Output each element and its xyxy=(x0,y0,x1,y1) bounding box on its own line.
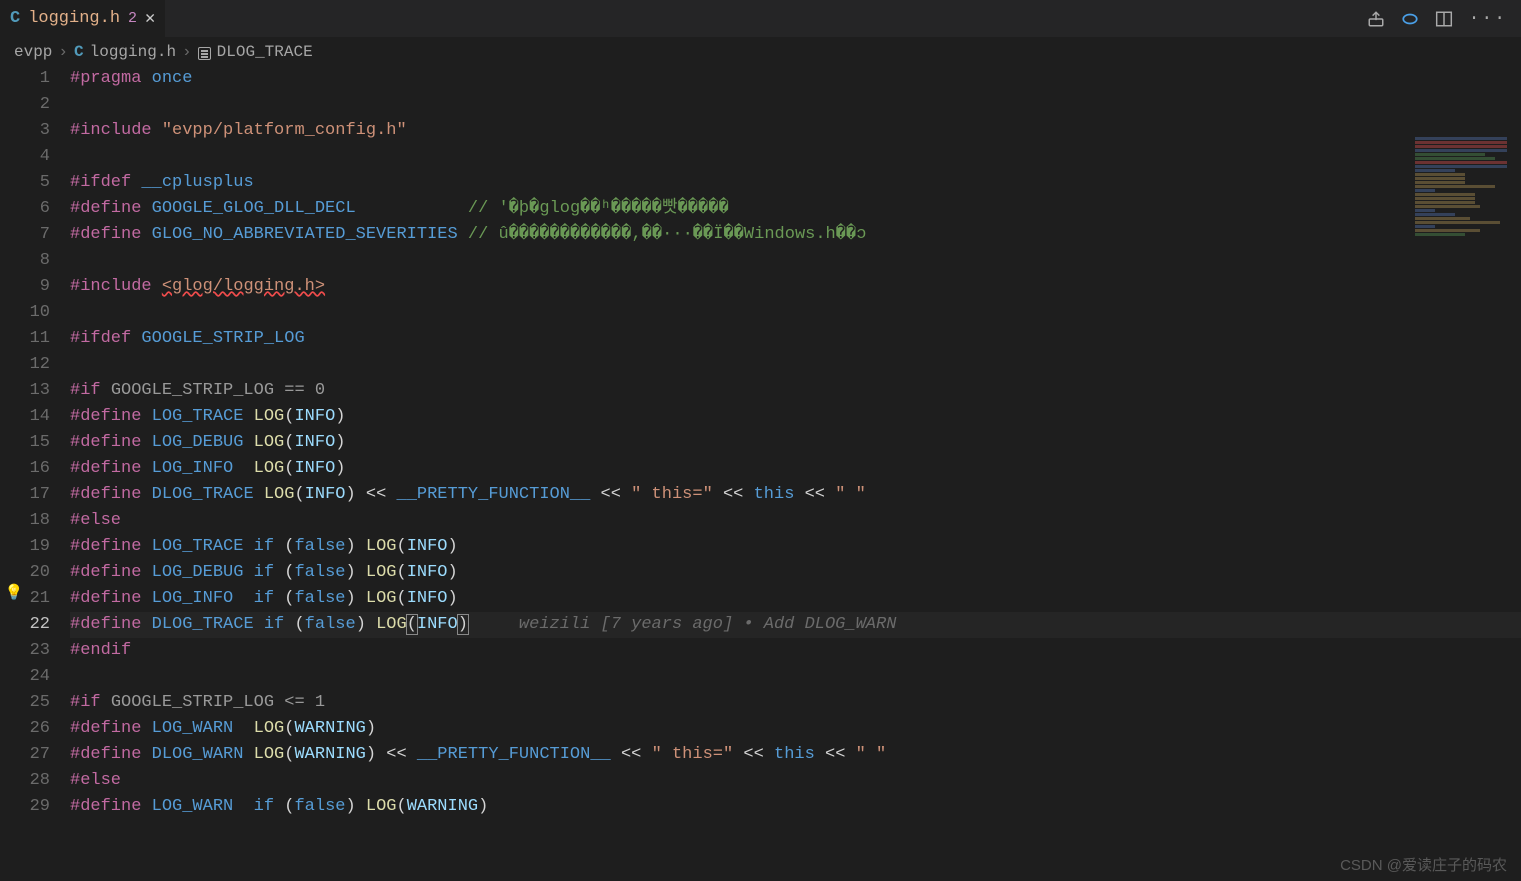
line-number: 14 xyxy=(0,404,50,430)
line-number: 18 xyxy=(0,508,50,534)
line-number: 19 xyxy=(0,534,50,560)
tab-logging-h[interactable]: C logging.h 2 ✕ xyxy=(0,0,165,37)
code-line[interactable]: #endif xyxy=(70,638,1521,664)
line-number-gutter: 1234567891011121314151617181920212223242… xyxy=(0,66,70,881)
line-number: 16 xyxy=(0,456,50,482)
code-line[interactable] xyxy=(70,300,1521,326)
line-number: 2 xyxy=(0,92,50,118)
code-line[interactable]: #define LOG_DEBUG if (false) LOG(INFO) xyxy=(70,560,1521,586)
code-line[interactable]: 💡#define LOG_INFO if (false) LOG(INFO) xyxy=(70,586,1521,612)
line-number: 28 xyxy=(0,768,50,794)
code-line[interactable]: #define LOG_TRACE LOG(INFO) xyxy=(70,404,1521,430)
code-line[interactable]: #define DLOG_TRACE if (false) LOG(INFO) … xyxy=(70,612,1521,638)
code-line[interactable] xyxy=(70,352,1521,378)
watermark: CSDN @爱读庄子的码农 xyxy=(1340,854,1507,875)
code-line[interactable]: #define LOG_INFO LOG(INFO) xyxy=(70,456,1521,482)
lightbulb-icon[interactable]: 💡 xyxy=(6,586,22,602)
code-line[interactable] xyxy=(70,664,1521,690)
split-editor-icon[interactable] xyxy=(1435,10,1453,28)
line-number: 10 xyxy=(0,300,50,326)
code-line[interactable]: #ifdef __cplusplus xyxy=(70,170,1521,196)
c-language-icon: C xyxy=(10,9,20,28)
line-number: 15 xyxy=(0,430,50,456)
git-blame-annotation: weizili [7 years ago] • Add DLOG_WARN xyxy=(468,615,896,634)
breadcrumb-file[interactable]: logging.h xyxy=(90,43,176,61)
line-number: 9 xyxy=(0,274,50,300)
code-line[interactable]: #define LOG_DEBUG LOG(INFO) xyxy=(70,430,1521,456)
code-line[interactable]: #define GOOGLE_GLOG_DLL_DECL // '�þ�glog… xyxy=(70,196,1521,222)
line-number: 6 xyxy=(0,196,50,222)
breadcrumb-folder[interactable]: evpp xyxy=(14,43,52,61)
export-icon[interactable] xyxy=(1367,10,1385,28)
code-line[interactable]: #include <glog/logging.h> xyxy=(70,274,1521,300)
code-line[interactable]: #define DLOG_WARN LOG(WARNING) << __PRET… xyxy=(70,742,1521,768)
line-number: 3 xyxy=(0,118,50,144)
line-number: 7 xyxy=(0,222,50,248)
code-line[interactable]: #if GOOGLE_STRIP_LOG == 0 xyxy=(70,378,1521,404)
code-line[interactable]: #define LOG_WARN if (false) LOG(WARNING) xyxy=(70,794,1521,820)
line-number: 27 xyxy=(0,742,50,768)
line-number: 12 xyxy=(0,352,50,378)
code-line[interactable]: #define LOG_TRACE if (false) LOG(INFO) xyxy=(70,534,1521,560)
code-line[interactable]: #define LOG_WARN LOG(WARNING) xyxy=(70,716,1521,742)
code-line[interactable] xyxy=(70,92,1521,118)
line-number: 17 xyxy=(0,482,50,508)
line-number: 5 xyxy=(0,170,50,196)
code-content[interactable]: #pragma once #include "evpp/platform_conf… xyxy=(70,66,1521,881)
code-line[interactable]: #define GLOG_NO_ABBREVIATED_SEVERITIES /… xyxy=(70,222,1521,248)
line-number: 22 xyxy=(0,612,50,638)
line-number: 24 xyxy=(0,664,50,690)
minimap[interactable] xyxy=(1411,136,1511,246)
close-icon[interactable]: ✕ xyxy=(145,8,155,29)
code-line[interactable]: #ifdef GOOGLE_STRIP_LOG xyxy=(70,326,1521,352)
editor-tab-bar: C logging.h 2 ✕ ··· xyxy=(0,0,1521,38)
line-number: 29 xyxy=(0,794,50,820)
code-line[interactable]: #else xyxy=(70,768,1521,794)
code-line[interactable]: #define DLOG_TRACE LOG(INFO) << __PRETTY… xyxy=(70,482,1521,508)
code-line[interactable]: #else xyxy=(70,508,1521,534)
line-number: 1 xyxy=(0,66,50,92)
line-number: 25 xyxy=(0,690,50,716)
tab-filename: logging.h xyxy=(28,9,120,28)
breadcrumb[interactable]: evpp › C logging.h › DLOG_TRACE xyxy=(0,38,1521,66)
chevron-right-icon: › xyxy=(58,43,68,61)
reload-icon[interactable] xyxy=(1401,10,1419,28)
tab-modified-count: 2 xyxy=(128,10,137,27)
more-icon[interactable]: ··· xyxy=(1469,9,1507,29)
editor-area: 1234567891011121314151617181920212223242… xyxy=(0,66,1521,881)
code-line[interactable]: #include "evpp/platform_config.h" xyxy=(70,118,1521,144)
line-number: 8 xyxy=(0,248,50,274)
c-language-icon: C xyxy=(74,43,84,61)
chevron-right-icon: › xyxy=(182,43,192,61)
code-line[interactable] xyxy=(70,248,1521,274)
symbol-icon xyxy=(198,47,211,60)
breadcrumb-symbol[interactable]: DLOG_TRACE xyxy=(217,43,313,61)
code-line[interactable]: #pragma once xyxy=(70,66,1521,92)
line-number: 26 xyxy=(0,716,50,742)
line-number: 11 xyxy=(0,326,50,352)
line-number: 4 xyxy=(0,144,50,170)
code-line[interactable] xyxy=(70,144,1521,170)
line-number: 23 xyxy=(0,638,50,664)
line-number: 13 xyxy=(0,378,50,404)
code-line[interactable]: #if GOOGLE_STRIP_LOG <= 1 xyxy=(70,690,1521,716)
